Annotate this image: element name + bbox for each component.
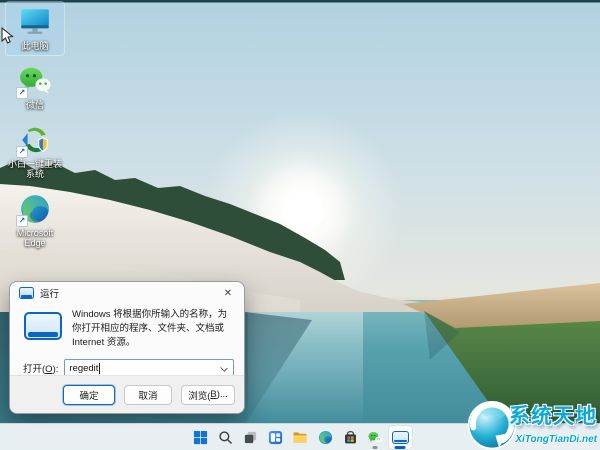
- desktop-icon-wechat[interactable]: ↗ 微信: [6, 61, 64, 114]
- start-button[interactable]: [189, 426, 212, 449]
- run-command-value: regedit: [69, 362, 99, 374]
- desktop-icon-label: Microsoft Edge: [16, 228, 54, 248]
- run-dialog-icon: [24, 312, 62, 340]
- open-label: 打开(O):: [23, 364, 59, 375]
- windows-logo-icon: [193, 430, 207, 444]
- desktop-icon-label: 微信: [25, 100, 44, 110]
- edge-button[interactable]: [314, 426, 337, 449]
- store-button[interactable]: [339, 426, 362, 449]
- taskbar: [0, 423, 600, 450]
- widgets-button[interactable]: [264, 426, 287, 449]
- folder-icon: [293, 431, 307, 443]
- desktop-icon-this-pc[interactable]: 此电脑: [5, 1, 65, 56]
- widgets-icon: [268, 430, 282, 444]
- browse-button[interactable]: 浏览(B)...: [181, 384, 235, 405]
- desktop-icon-label: 小白一键重装系统: [7, 159, 62, 179]
- run-dialog-footer: 确定 取消 浏览(B)...: [10, 375, 244, 413]
- search-button[interactable]: [214, 426, 237, 449]
- desktop: 此电脑 ↗ 微信 ↗ 小白一键重装系统 ↗ Microsoft Edge 运行 …: [0, 0, 600, 450]
- run-taskbar-button[interactable]: [388, 425, 412, 449]
- wechat-icon: ↗: [16, 64, 52, 99]
- file-explorer-button[interactable]: [289, 426, 312, 449]
- edge-icon: [318, 430, 332, 444]
- wechat-taskbar-button[interactable]: [364, 426, 387, 449]
- search-icon: [218, 430, 232, 444]
- close-icon[interactable]: ✕: [212, 282, 244, 304]
- run-dialog-description: Windows 将根据你所输入的名称，为你打开相应的程序、文件夹、文档或 Int…: [72, 309, 228, 348]
- run-window-icon: [19, 287, 34, 299]
- task-view-button[interactable]: [239, 426, 262, 449]
- desktop-icon-list: 此电脑 ↗ 微信 ↗ 小白一键重装系统 ↗ Microsoft Edge: [5, 1, 65, 258]
- active-app-indicator: [394, 446, 406, 449]
- run-dialog-title: 运行: [40, 289, 60, 300]
- edge-icon: ↗: [16, 192, 52, 227]
- wechat-icon: [368, 431, 382, 442]
- shortcut-arrow-icon: ↗: [16, 87, 28, 99]
- chevron-down-icon[interactable]: [220, 364, 228, 372]
- run-dialog-titlebar[interactable]: 运行 ✕: [10, 282, 244, 304]
- ok-button[interactable]: 确定: [63, 384, 115, 405]
- taskbar-items: [189, 425, 412, 449]
- mouse-cursor: [1, 27, 14, 44]
- desktop-icon-label: 此电脑: [21, 41, 49, 51]
- desktop-icon-xiaobai-reinstall[interactable]: ↗ 小白一键重装系统: [6, 120, 64, 183]
- text-caret: [99, 362, 101, 374]
- task-view-icon: [244, 431, 256, 443]
- desktop-icon-edge[interactable]: ↗ Microsoft Edge: [6, 189, 64, 252]
- run-window-icon: [391, 430, 409, 444]
- shortcut-arrow-icon: ↗: [16, 146, 28, 158]
- run-dialog: 运行 ✕ Windows 将根据你所输入的名称，为你打开相应的程序、文件夹、文档…: [9, 281, 245, 414]
- open-app-indicator: [372, 446, 378, 449]
- xiaobai-reinstall-icon: ↗: [16, 123, 52, 158]
- store-bag-icon: [344, 430, 356, 443]
- shortcut-arrow-icon: ↗: [16, 215, 28, 227]
- cancel-button[interactable]: 取消: [124, 384, 172, 405]
- this-pc-icon: [18, 5, 52, 39]
